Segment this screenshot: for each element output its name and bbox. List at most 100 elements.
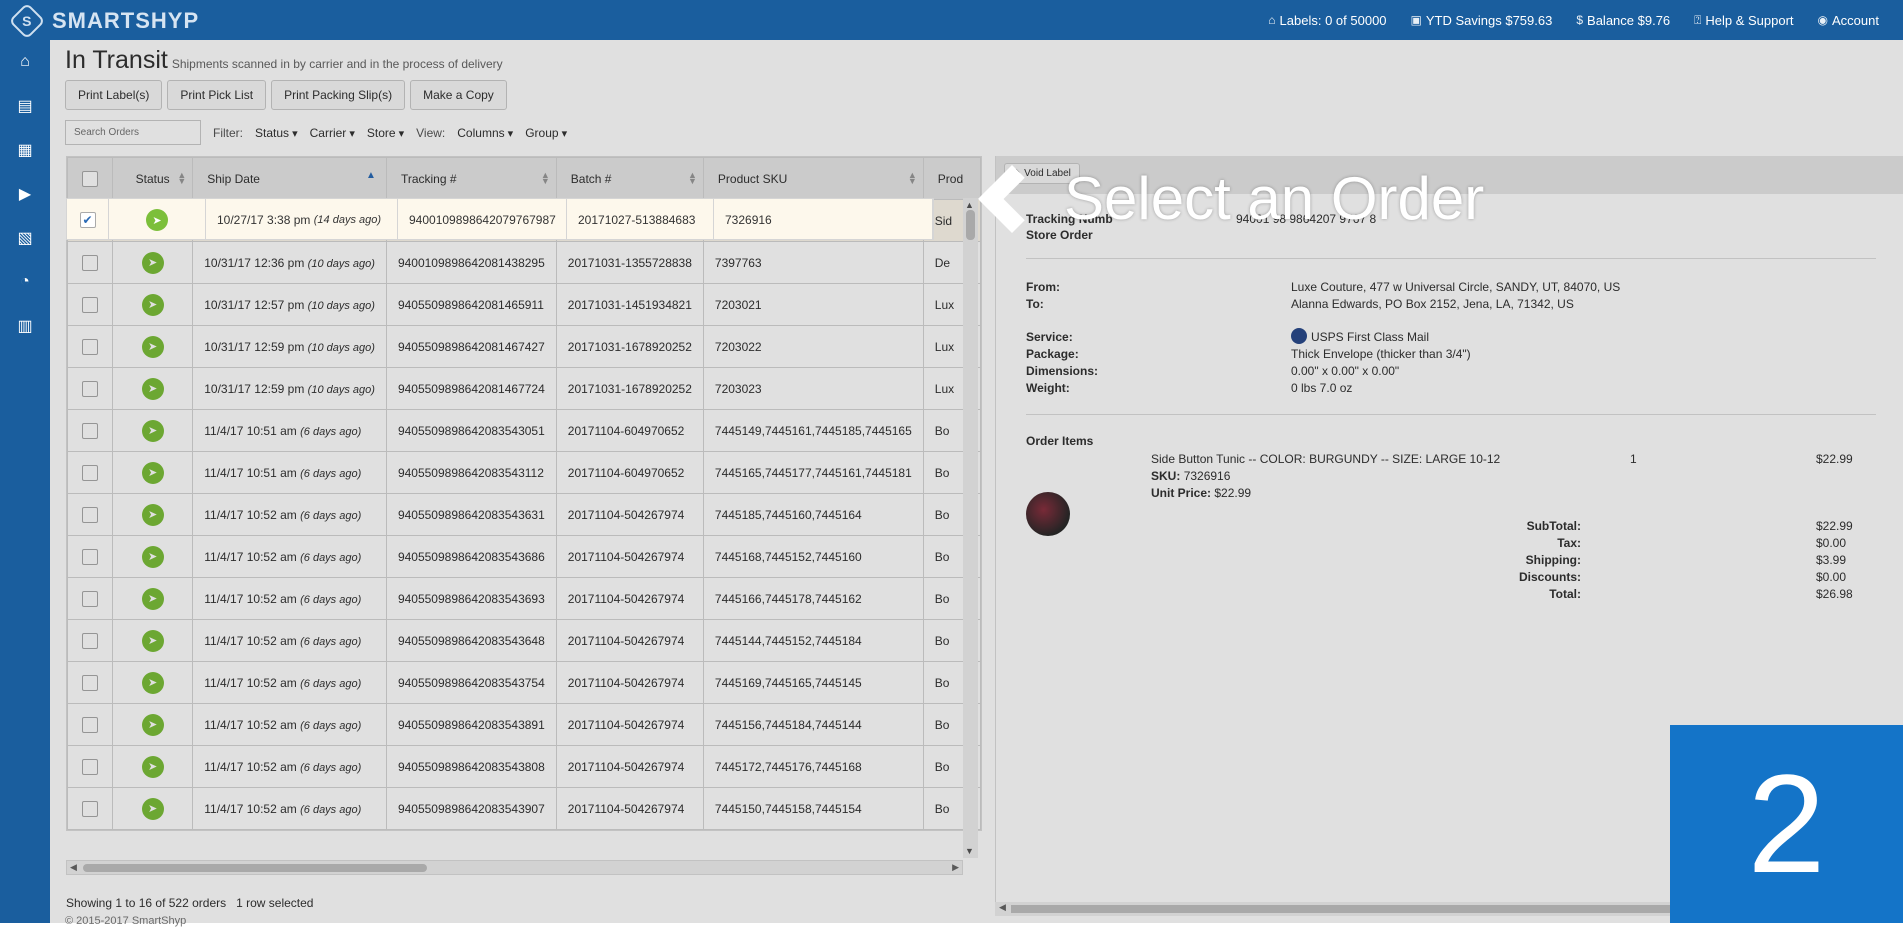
grid-horizontal-scrollbar[interactable]: ◀ ▶ [66,860,963,875]
table-row[interactable]: ➤ 11/4/17 10:51 am (6 days ago) 9405509898… [67,409,981,452]
scroll-right-icon[interactable]: ▶ [952,862,959,873]
ship-date: 11/4/17 10:52 am [204,591,297,606]
dollar-icon: $ [1576,13,1584,27]
table-row[interactable]: ➤ 11/4/17 10:52 am (6 days ago) 9405509898… [67,787,981,830]
table-row[interactable]: ➤ 10/31/17 12:57 pm (10 days ago) 94055098… [67,283,981,326]
table-row[interactable]: ➤ 11/4/17 10:52 am (6 days ago) 9405509898… [67,745,981,788]
truck-icon[interactable]: ▶ [0,172,50,216]
sort-icon: ▲ ▼ [687,170,697,186]
showing-count: Showing 1 to 16 of 522 orders [66,896,227,910]
pie-chart-icon[interactable]: ◔ [0,260,50,304]
basket-icon[interactable]: ▤ [0,84,50,128]
ship-date-ago: (6 days ago) [300,803,362,816]
row-checkbox-cell[interactable] [67,325,113,368]
column-header-batch[interactable]: Batch # ▲ ▼ [555,157,704,200]
row-checkbox-cell[interactable] [67,787,113,830]
scroll-thumb[interactable] [83,864,427,872]
row-checkbox[interactable] [82,548,98,565]
tracking-cell: 9400109898642081438295 [385,241,557,284]
brand-logo[interactable]: S SMARTSHYP [8,2,199,40]
address-book-icon[interactable]: ▧ [0,216,50,260]
row-checkbox-cell[interactable] [67,619,113,662]
scroll-down-icon[interactable]: ▼ [965,846,974,856]
print-packing-slips-button[interactable]: Print Packing Slip(s) [271,80,406,110]
row-checkbox-cell[interactable] [67,493,113,536]
topnav-item-3[interactable]: ⍰ Help & Support [1694,13,1793,28]
column-header-product-sku[interactable]: Product SKU ▲ ▼ [702,157,924,200]
row-checkbox[interactable] [82,422,98,439]
ship-date: 11/4/17 10:52 am [204,633,297,648]
package-label: Package: [1026,347,1079,361]
ship-date-ago: (6 days ago) [300,551,362,564]
row-checkbox[interactable] [82,296,98,313]
table-row[interactable]: ➤ 10/31/17 12:36 pm (10 days ago) 94001098… [67,241,981,284]
row-checkbox-cell[interactable]: ✔ [67,199,109,239]
topnav-item-4[interactable]: ◉ Account [1818,13,1879,28]
group-dropdown[interactable]: Group [525,126,567,140]
ship-date-ago: (6 days ago) [300,677,362,690]
select-all-checkbox[interactable] [82,170,98,187]
row-checkbox[interactable] [82,758,98,775]
store-filter-dropdown[interactable]: Store [367,126,404,140]
row-checkbox-cell[interactable] [67,241,113,284]
table-row[interactable]: ➤ 11/4/17 10:52 am (6 days ago) 9405509898… [67,619,981,662]
row-checkbox-cell[interactable] [67,535,113,578]
row-checkbox-cell[interactable] [67,283,113,326]
row-checkbox[interactable] [82,464,98,481]
table-row[interactable]: ➤ 10/31/17 12:59 pm (10 days ago) 94055098… [67,325,981,368]
table-row[interactable]: ➤ 10/31/17 12:59 pm (10 days ago) 94055098… [67,367,981,410]
cart-icon[interactable]: ▥ [0,304,50,348]
print-labels-button[interactable]: Print Label(s) [65,80,163,110]
product-sku-cell: 7445150,7445158,7445154 [702,787,924,830]
row-checkbox[interactable] [82,716,98,733]
table-row[interactable]: ➤ 11/4/17 10:52 am (6 days ago) 9405509898… [67,577,981,620]
table-row[interactable]: ➤ 11/4/17 10:52 am (6 days ago) 9405509898… [67,661,981,704]
scroll-thumb[interactable] [1011,905,1751,913]
package-value: Thick Envelope (thicker than 3/4") [1291,347,1471,361]
table-row[interactable]: ➤ 11/4/17 10:52 am (6 days ago) 9405509898… [67,535,981,578]
search-orders-input[interactable] [65,120,201,145]
batch-cell: 20171104-504267974 [555,745,704,788]
row-checkbox[interactable] [82,590,98,607]
row-checkbox[interactable] [82,506,98,523]
table-row[interactable]: ➤ 11/4/17 10:51 am (6 days ago) 9405509898… [67,451,981,494]
home-icon[interactable]: ⌂ [0,40,50,84]
row-checkbox[interactable] [82,800,98,817]
column-header-status[interactable]: Status ▲ ▼ [111,157,194,200]
row-checkbox[interactable]: ✔ [79,212,96,228]
column-header-ship-date[interactable]: Ship Date ▲ [192,157,387,200]
row-checkbox-cell[interactable] [67,745,113,788]
row-checkbox-cell[interactable] [67,577,113,620]
row-checkbox[interactable] [82,632,98,649]
table-row[interactable]: ➤ 11/4/17 10:52 am (6 days ago) 9405509898… [67,703,981,746]
print-pick-list-button[interactable]: Print Pick List [167,80,267,110]
scroll-left-icon[interactable]: ◀ [999,902,1006,913]
topnav-item-2[interactable]: $ Balance $9.76 [1576,13,1670,28]
row-checkbox[interactable] [82,254,98,271]
columns-dropdown[interactable]: Columns [457,126,513,140]
row-checkbox[interactable] [82,380,98,397]
row-checkbox-cell[interactable] [67,451,113,494]
scroll-left-icon[interactable]: ◀ [70,862,77,873]
row-checkbox[interactable] [82,674,98,691]
grid-vertical-scrollbar[interactable]: ▲ ▼ [963,198,978,858]
in-transit-status-icon: ➤ [141,377,164,400]
logo-mark-icon: S [8,2,46,40]
row-checkbox-cell[interactable] [67,661,113,704]
table-row[interactable]: ➤ 11/4/17 10:52 am (6 days ago) 9405509898… [67,493,981,536]
topnav-item-1[interactable]: ▣ YTD Savings $759.63 [1411,13,1553,28]
select-all-header[interactable] [67,157,113,200]
row-checkbox-cell[interactable] [67,367,113,410]
ship-date-cell: 11/4/17 10:52 am (6 days ago) [192,745,387,788]
calendar-icon[interactable]: ▦ [0,128,50,172]
row-checkbox-cell[interactable] [67,409,113,452]
tracking-cell: 9405509898642083543808 [385,745,557,788]
highlighted-row[interactable]: ✔ ➤ 10/27/17 3:38 pm (14 days ago) 94001098… [66,198,934,240]
carrier-filter-dropdown[interactable]: Carrier [310,126,355,140]
row-checkbox-cell[interactable] [67,703,113,746]
topnav-item-0[interactable]: ⌂ Labels: 0 of 50000 [1268,13,1386,28]
row-checkbox[interactable] [82,338,98,355]
status-filter-dropdown[interactable]: Status [255,126,298,140]
make-copy-button[interactable]: Make a Copy [410,80,507,110]
column-header-tracking[interactable]: Tracking # ▲ ▼ [385,157,557,200]
